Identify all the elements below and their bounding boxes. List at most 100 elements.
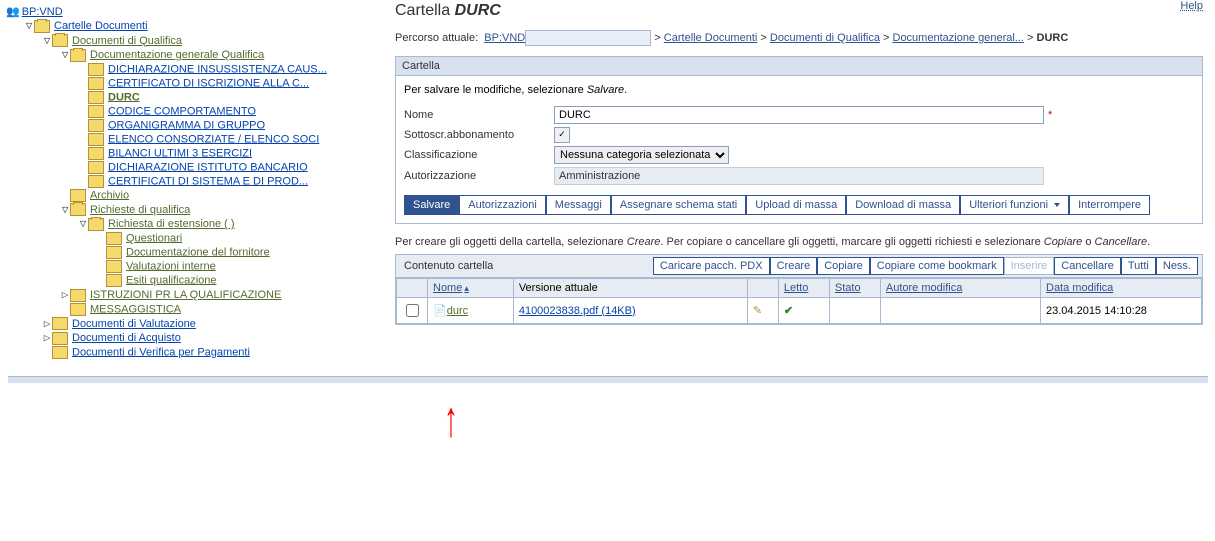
footer-bar [8,376,1208,383]
download-button[interactable]: Download di massa [846,195,960,215]
col-nome[interactable]: Nome [428,279,514,298]
twistie-icon[interactable]: ▽ [60,48,70,61]
folder-icon [88,105,104,118]
tree-cert-iscr[interactable]: CERTIFICATO DI ISCRIZIONE ALLA C... [108,77,309,89]
messaggi-button[interactable]: Messaggi [546,195,611,215]
row-name-link[interactable]: durc [447,305,468,317]
document-icon: 📄 [433,305,447,317]
required-marker: * [1048,109,1052,121]
table-header-row: Nome Versione attuale Letto Stato Autore… [397,279,1202,298]
folder-icon [106,246,122,259]
tutti-button[interactable]: Tutti [1121,257,1156,275]
tree-richieste[interactable]: Richieste di qualifica [90,204,190,216]
tree-doc-gen[interactable]: Documentazione generale Qualifica [90,49,264,61]
nome-label: Nome [404,109,554,121]
tree-organigramma[interactable]: ORGANIGRAMMA DI GRUPPO [108,119,265,131]
tree-cartelle[interactable]: Cartelle Documenti [54,20,148,32]
row-checkbox[interactable] [406,304,419,317]
folder-icon [88,63,104,76]
folder-icon [52,317,68,330]
tree-doc-ver[interactable]: Documenti di Verifica per Pagamenti [72,346,250,358]
tree-rich-est[interactable]: Richiesta di estensione ( ) [108,218,235,230]
twistie-icon[interactable]: ▽ [24,19,34,32]
tree-root-link[interactable]: BP:VND [22,6,63,18]
tree-doc-forn[interactable]: Documentazione del fornitore [126,246,270,258]
ness-button[interactable]: Ness. [1156,257,1198,275]
tree-durc[interactable]: DURC [108,91,140,103]
create-instruction: Per creare gli oggetti della cartella, s… [395,236,1203,248]
twistie-icon[interactable]: ▷ [42,331,52,344]
tree-codice[interactable]: CODICE COMPORTAMENTO [108,105,256,117]
tree-esiti[interactable]: Esiti qualificazione [126,274,217,286]
sottoscr-label: Sottoscr.abbonamento [404,129,554,141]
breadcrumb-bp-input[interactable] [525,30,651,46]
folder-icon [70,289,86,302]
ulteriori-funzioni-button[interactable]: Ulteriori funzioni [960,195,1069,215]
tree-qualifica[interactable]: Documenti di Qualifica [72,35,182,47]
tree-elenco[interactable]: ELENCO CONSORZIATE / ELENCO SOCI [108,133,319,145]
pencil-icon[interactable]: ✎ [753,304,767,318]
annotation-arrow-icon [444,406,458,434]
classificazione-label: Classificazione [404,149,554,161]
autorizzazione-value: Amministrazione [554,167,1044,185]
assegnare-button[interactable]: Assegnare schema stati [611,195,746,215]
row-version-link[interactable]: 4100023838.pdf (14KB) [519,305,636,317]
folder-icon [88,133,104,146]
twistie-icon[interactable]: ▽ [78,217,88,230]
folder-icon [88,91,104,104]
twistie-icon[interactable]: ▷ [60,288,70,301]
tree-doc-acq[interactable]: Documenti di Acquisto [72,332,181,344]
folder-icon [70,303,86,316]
breadcrumb-current: DURC [1037,32,1069,44]
caricare-pdx-button[interactable]: Caricare pacch. PDX [653,257,770,275]
classificazione-select[interactable]: Nessuna categoria selezionata [554,146,729,164]
copiare-bookmark-button[interactable]: Copiare come bookmark [870,257,1004,275]
tree-cert-sist[interactable]: CERTIFICATI DI SISTEMA E DI PROD... [108,175,308,187]
tree-istruzioni[interactable]: ISTRUZIONI PR LA QUALIFICAZIONE [90,289,281,301]
tree-archivio[interactable]: Archivio [90,189,129,201]
folder-icon [106,274,122,287]
creare-button[interactable]: Creare [770,257,818,275]
tree-questionari[interactable]: Questionari [126,232,182,244]
row-data: 23.04.2015 14:10:28 [1041,298,1202,324]
col-data[interactable]: Data modifica [1041,279,1202,298]
copiare-button[interactable]: Copiare [817,257,870,275]
content-header: Contenuto cartella [396,256,501,276]
save-instruction: Per salvare le modifiche, selezionare Sa… [404,84,1194,96]
twistie-icon[interactable]: ▽ [42,34,52,47]
table-row: 📄durc 4100023838.pdf (14KB) ✎ ✔ 23.04.20… [397,298,1202,324]
tree-doc-val[interactable]: Documenti di Valutazione [72,318,196,330]
help-link[interactable]: Help [1180,0,1203,12]
autorizzazioni-button[interactable]: Autorizzazioni [459,195,545,215]
interrompere-button[interactable]: Interrompere [1069,195,1150,215]
twistie-icon[interactable]: ▽ [60,203,70,216]
tree-bilanci[interactable]: BILANCI ULTIMI 3 ESERCIZI [108,147,252,159]
folder-icon [52,332,68,345]
folder-icon [88,175,104,188]
folder-icon [106,232,122,245]
col-letto[interactable]: Letto [778,279,829,298]
breadcrumb-l1[interactable]: Cartelle Documenti [664,32,758,44]
cancellare-button[interactable]: Cancellare [1054,257,1121,275]
folder-icon [88,119,104,132]
folder-panel: Cartella Per salvare le modifiche, selez… [395,56,1203,224]
tree-val-int[interactable]: Valutazioni interne [126,260,216,272]
tree-dich-insus[interactable]: DICHIARAZIONE INSUSSISTENZA CAUS... [108,63,327,75]
col-stato[interactable]: Stato [829,279,880,298]
twistie-icon[interactable]: ▷ [42,317,52,330]
breadcrumb-l3[interactable]: Documentazione general... [893,32,1024,44]
col-autore[interactable]: Autore modifica [880,279,1040,298]
breadcrumb-bp[interactable]: BP:VND [484,32,525,44]
breadcrumb-l2[interactable]: Documenti di Qualifica [770,32,880,44]
sottoscr-checkbox[interactable]: ✓ [554,127,570,143]
upload-button[interactable]: Upload di massa [746,195,846,215]
nome-input[interactable] [554,106,1044,124]
inserire-button: Inserire [1004,257,1055,275]
folder-icon [70,189,86,202]
col-check [397,279,428,298]
salvare-button[interactable]: Salvare [404,195,459,215]
tree-messaggistica[interactable]: MESSAGGISTICA [90,303,181,315]
autorizzazione-label: Autorizzazione [404,170,554,182]
tree-dich-banc[interactable]: DICHIARAZIONE ISTITUTO BANCARIO [108,161,308,173]
folder-icon [88,147,104,160]
